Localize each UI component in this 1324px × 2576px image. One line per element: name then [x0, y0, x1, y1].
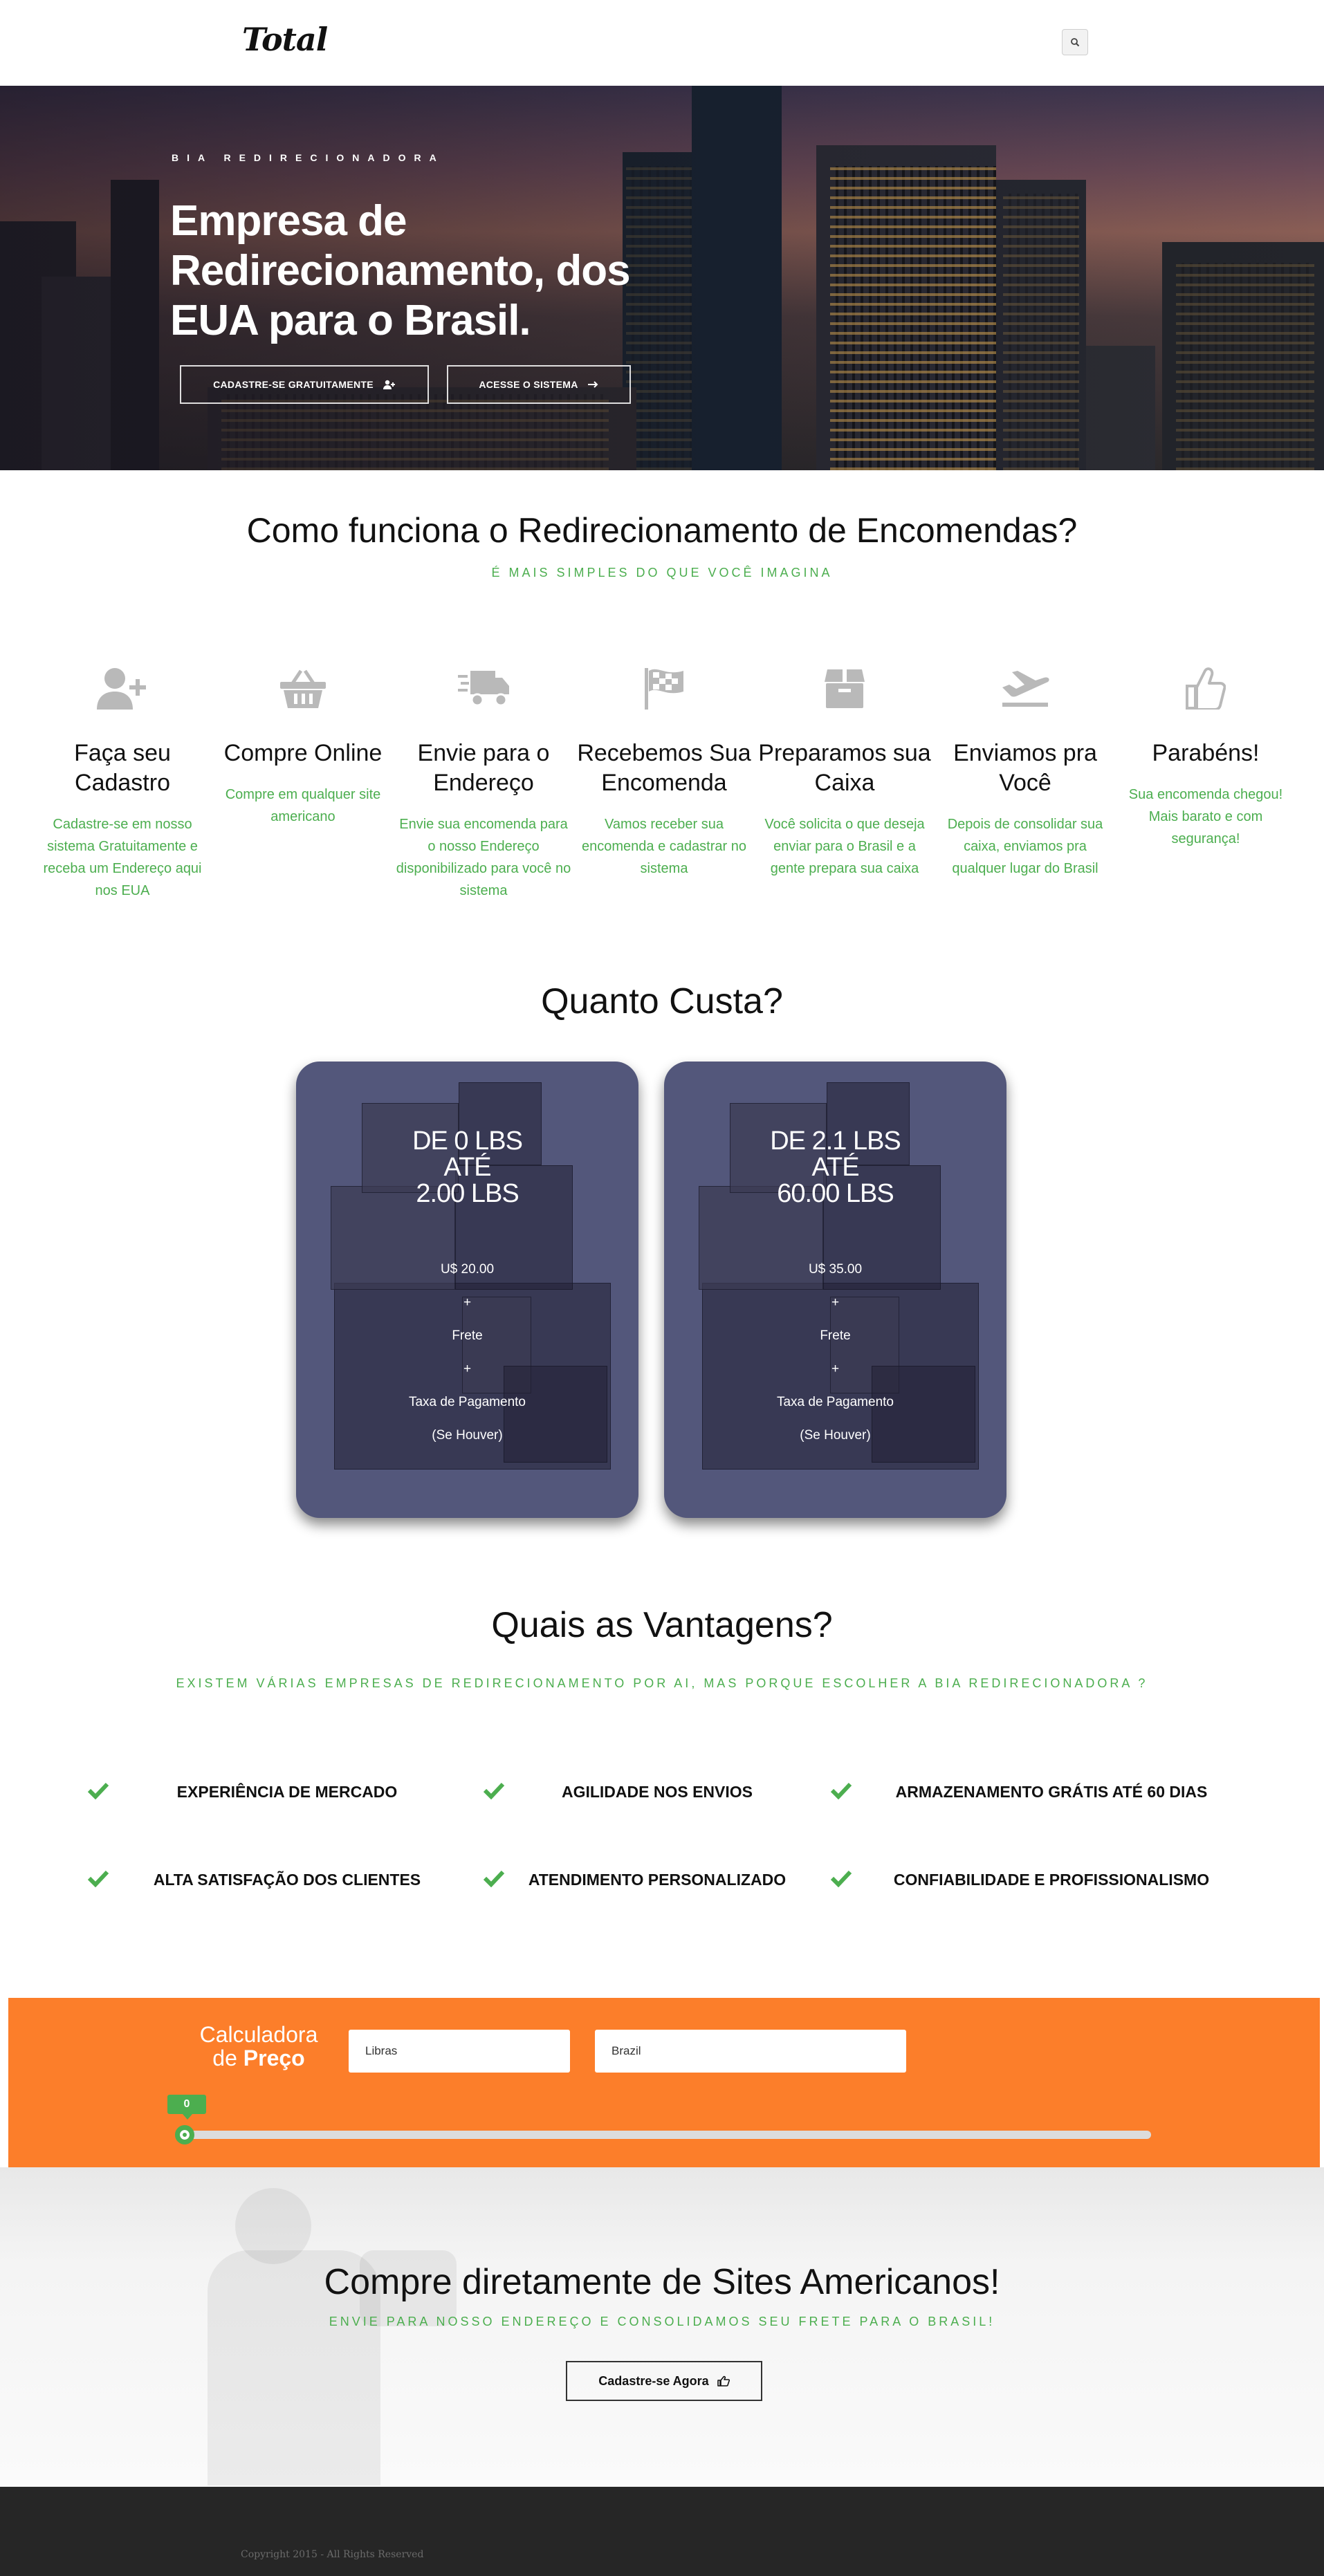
check-icon: [483, 1782, 505, 1799]
check-icon: [830, 1870, 852, 1887]
weight-unit-field[interactable]: [349, 2030, 570, 2073]
step-title: Preparamos sua Caixa: [758, 740, 931, 796]
price-range-to: 60.00 LBS: [777, 1179, 894, 1208]
price-value: U$ 20.00: [440, 1262, 495, 1277]
access-system-label: ACESSE O SISTEMA: [479, 379, 578, 390]
weight-slider-track[interactable]: [181, 2131, 1151, 2139]
site-logo[interactable]: Total: [242, 21, 328, 58]
check-icon: [483, 1870, 505, 1887]
pricing-title: Quanto Custa?: [541, 981, 783, 1021]
access-system-button[interactable]: ACESSE O SISTEMA: [447, 365, 631, 404]
step-title: Faça seu Cadastro: [74, 740, 171, 796]
user-plus-icon: [383, 380, 395, 389]
hero-kicker: BIA REDIRECIONADORA: [172, 152, 445, 163]
price-calculator: Calculadora de Preço 0: [8, 1998, 1320, 2167]
step-text: Depois de consolidar sua caixa, enviamos…: [947, 817, 1103, 876]
search-button[interactable]: [1062, 29, 1088, 55]
price-range-from: DE 0 LBS: [412, 1127, 523, 1156]
weight-slider-handle[interactable]: [175, 2125, 194, 2144]
price-fee: Taxa de Pagamento: [408, 1395, 526, 1409]
price-plus: +: [831, 1362, 840, 1376]
step-text: Envie sua encomenda para o nosso Endereç…: [396, 817, 571, 898]
shopping-basket-icon: [280, 669, 326, 708]
price-note: (Se Houver): [800, 1428, 871, 1443]
user-plus-icon: [97, 668, 146, 710]
thumbs-up-icon: [1186, 667, 1226, 710]
price-value: U$ 35.00: [808, 1262, 863, 1277]
price-card-light: DE 0 LBS ATÉ 2.00 LBS U$ 20.00 + Frete +…: [296, 1062, 638, 1518]
advantages-subtitle: EXISTEM VÁRIAS EMPRESAS DE REDIRECIONAME…: [176, 1676, 1148, 1690]
calculator-title-line2a: de: [212, 2046, 243, 2070]
step-title: Enviamos pra Você: [953, 740, 1097, 796]
search-icon: [1071, 38, 1080, 47]
check-icon: [87, 1870, 109, 1887]
signup-now-button[interactable]: Cadastre-se Agora: [566, 2361, 762, 2401]
price-range-from: DE 2.1 LBS: [770, 1127, 901, 1156]
price-freight: Frete: [820, 1328, 851, 1343]
step-prepare-box: Preparamos sua Caixa Você solicita o que…: [751, 664, 938, 880]
step-title: Recebemos Sua Encomenda: [577, 740, 751, 796]
advantage-label: AGILIDADE NOS ENVIOS: [561, 1783, 753, 1801]
truck-icon: [458, 671, 509, 707]
advantage-label: ARMAZENAMENTO GRÁTIS ATÉ 60 DIAS: [895, 1783, 1208, 1801]
step-receive: Recebemos Sua Encomenda Vamos receber su…: [571, 664, 757, 880]
hero-title: Empresa de Redirecionamento, dos EUA par…: [170, 197, 631, 344]
step-ship-to-you: Enviamos pra Você Depois de consolidar s…: [932, 664, 1119, 880]
cta-section: Compre diretamente de Sites Americanos! …: [0, 2167, 1324, 2487]
site-footer: Copyright 2015 - All Rights Reserved: [0, 2487, 1324, 2576]
price-freight: Frete: [452, 1328, 483, 1343]
step-text: Compre em qualquer site americano: [225, 787, 381, 824]
step-title: Compre Online: [223, 740, 383, 766]
advantage-label: ATENDIMENTO PERSONALIZADO: [528, 1871, 787, 1889]
copyright-text: Copyright 2015 - All Rights Reserved: [241, 2549, 424, 2560]
country-field[interactable]: [595, 2030, 906, 2073]
step-signup: Faça seu Cadastro Cadastre-se em nosso s…: [29, 664, 216, 902]
step-text: Você solicita o que deseja enviar para o…: [764, 817, 925, 876]
advantage-label: EXPERIÊNCIA DE MERCADO: [176, 1783, 398, 1801]
hero-banner: BIA REDIRECIONADORA Empresa de Redirecio…: [0, 86, 1324, 470]
site-header: Total: [0, 0, 1324, 86]
calculator-title: Calculadora de Preço: [190, 2023, 328, 2070]
advantages-title: Quais as Vantagens?: [491, 1605, 833, 1645]
cta-title: Compre diretamente de Sites Americanos!: [324, 2262, 1000, 2302]
price-plus: +: [463, 1295, 472, 1310]
step-congrats: Parabéns! Sua encomenda chegou! Mais bar…: [1112, 664, 1299, 850]
box-icon: [825, 669, 865, 708]
check-icon: [87, 1782, 109, 1799]
calculator-title-line1: Calculadora: [199, 2022, 318, 2047]
price-range-mid: ATÉ: [443, 1153, 491, 1182]
price-fee: Taxa de Pagamento: [776, 1395, 894, 1409]
price-range-mid: ATÉ: [811, 1153, 859, 1182]
slider-value-badge: 0: [167, 2095, 206, 2120]
how-title: Como funciona o Redirecionamento de Enco…: [246, 511, 1078, 550]
step-title: Parabéns!: [1152, 740, 1260, 766]
signup-free-label: CADASTRE-SE GRATUITAMENTE: [213, 379, 374, 390]
arrow-right-icon: [587, 381, 598, 388]
step-text: Sua encomenda chegou! Mais barato e com …: [1128, 787, 1283, 846]
price-card-heavy: DE 2.1 LBS ATÉ 60.00 LBS U$ 35.00 + Fret…: [664, 1062, 1006, 1518]
how-subtitle: É MAIS SIMPLES DO QUE VOCÊ IMAGINA: [491, 566, 833, 580]
price-range-to: 2.00 LBS: [416, 1179, 519, 1208]
step-text: Vamos receber sua encomenda e cadastrar …: [582, 817, 746, 876]
advantage-label: CONFIABILIDADE E PROFISSIONALISMO: [893, 1871, 1210, 1889]
cta-subtitle: ENVIE PARA NOSSO ENDEREÇO E CONSOLIDAMOS…: [329, 2315, 995, 2328]
step-ship-to-address: Envie para o Endereço Envie sua encomend…: [390, 664, 577, 902]
hand-pointing-icon: [717, 2375, 730, 2387]
check-icon: [830, 1782, 852, 1799]
flag-checkered-icon: [645, 668, 683, 710]
price-note: (Se Houver): [432, 1428, 503, 1443]
signup-free-button[interactable]: CADASTRE-SE GRATUITAMENTE: [180, 365, 429, 404]
price-plus: +: [831, 1295, 840, 1310]
plane-departure-icon: [1002, 671, 1049, 707]
step-text: Cadastre-se em nosso sistema Gratuitamen…: [43, 817, 202, 898]
price-plus: +: [463, 1362, 472, 1376]
signup-now-label: Cadastre-se Agora: [598, 2373, 709, 2388]
step-buy: Compre Online Compre em qualquer site am…: [210, 664, 396, 828]
step-title: Envie para o Endereço: [417, 740, 550, 796]
calculator-title-line2b: Preço: [243, 2046, 305, 2070]
advantage-label: ALTA SATISFAÇÃO DOS CLIENTES: [153, 1871, 421, 1889]
